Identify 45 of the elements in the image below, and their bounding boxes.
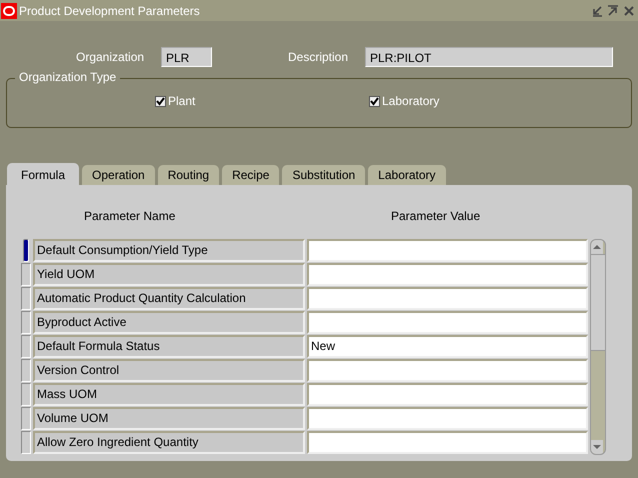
close-icon[interactable] — [623, 4, 635, 16]
value-field[interactable] — [307, 263, 588, 286]
checkbox-label: Plant — [168, 94, 196, 108]
maximize-icon[interactable] — [607, 4, 619, 16]
column-header: Parameter Value — [391, 208, 480, 222]
scroll-down-icon[interactable] — [591, 440, 603, 454]
checkbox-label: Laboratory — [382, 94, 440, 108]
table-cell: Yield UOM — [33, 263, 305, 286]
table-cell: Default Formula Status — [33, 335, 305, 358]
value-field[interactable] — [307, 239, 588, 262]
table-cell: Automatic Product Quantity Calculation — [33, 287, 305, 310]
tab[interactable]: Operation — [82, 165, 155, 185]
tab[interactable]: Routing — [158, 165, 220, 185]
scroll-up-icon[interactable] — [591, 240, 603, 254]
group-title: Organization Type — [15, 70, 120, 84]
tab[interactable]: Laboratory — [368, 165, 446, 185]
field-label: Organization — [76, 50, 146, 64]
column-header: Parameter Name — [84, 208, 176, 222]
value-field[interactable] — [307, 287, 588, 310]
value-field[interactable] — [307, 431, 588, 454]
table-cell: Version Control — [33, 359, 305, 382]
table-cell: Allow Zero Ingredient Quantity — [33, 431, 305, 454]
tab[interactable]: Substitution — [282, 165, 366, 185]
logo-icon — [1, 2, 17, 18]
value-field[interactable]: New — [307, 335, 588, 358]
field-label: Description — [288, 50, 350, 64]
table-cell: Mass UOM — [33, 383, 305, 406]
value-field[interactable] — [307, 407, 588, 430]
value-field[interactable] — [307, 359, 588, 382]
scrollbar[interactable] — [590, 239, 606, 455]
table-cell: Default Consumption/Yield Type — [33, 239, 305, 262]
table-cell: Byproduct Active — [33, 311, 305, 334]
table-cell: Volume UOM — [33, 407, 305, 430]
scroll-thumb[interactable] — [591, 254, 605, 351]
tab[interactable]: Formula — [7, 163, 80, 186]
checkbox[interactable] — [369, 96, 380, 106]
organization-field[interactable]: PLR — [161, 47, 212, 67]
value-field[interactable] — [307, 311, 588, 334]
tab[interactable]: Recipe — [222, 165, 280, 185]
row-indicator[interactable] — [23, 239, 29, 262]
value-field[interactable] — [307, 383, 588, 406]
minimize-icon[interactable] — [591, 4, 603, 16]
description-field[interactable]: PLR:PILOT — [365, 47, 613, 67]
window-title: Product Development Parameters — [19, 4, 201, 18]
checkbox[interactable] — [155, 96, 166, 106]
